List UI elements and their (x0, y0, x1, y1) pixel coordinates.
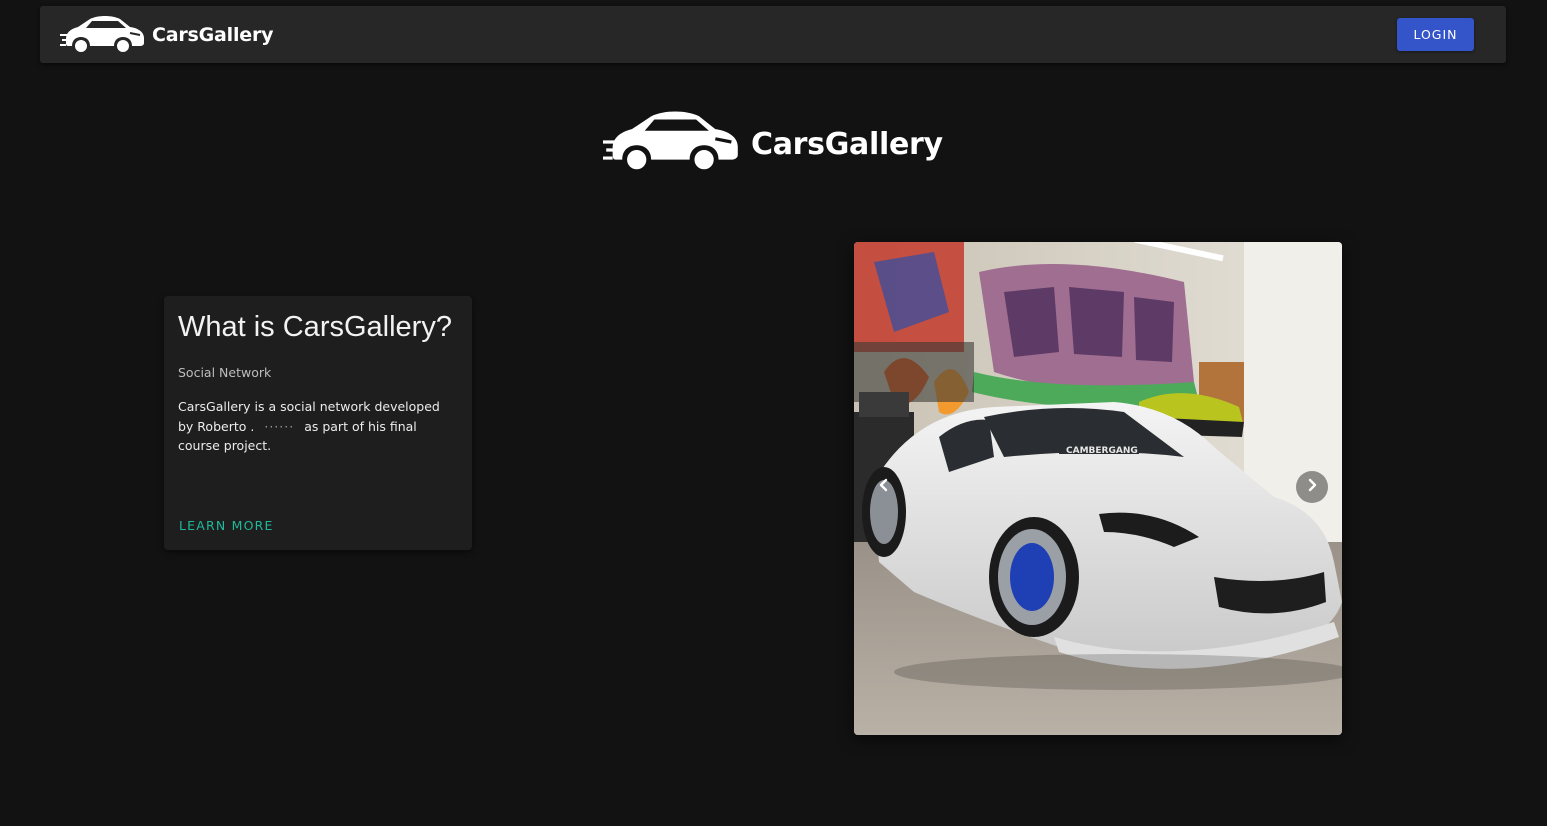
about-card: What is CarsGallery? Social Network Cars… (164, 296, 472, 550)
navbar-brand-name: CarsGallery (152, 24, 274, 46)
windshield-banner-text: CAMBERGANG (1066, 446, 1138, 456)
chevron-left-icon (877, 478, 891, 497)
car-logo-icon (603, 108, 741, 181)
card-title: What is CarsGallery? (178, 311, 452, 343)
carousel-slide-image: CAMBERGANG (854, 242, 1342, 735)
login-button[interactable]: LOGIN (1397, 18, 1474, 51)
carousel-next-button[interactable] (1296, 471, 1328, 503)
chevron-right-icon (1305, 478, 1319, 497)
hero-logo: CarsGallery (603, 108, 943, 180)
car-image-carousel[interactable]: CAMBERGANG (854, 242, 1342, 735)
learn-more-link[interactable]: LEARN MORE (179, 518, 274, 533)
navbar-brand[interactable]: CarsGallery (60, 14, 274, 56)
card-subtitle: Social Network (178, 365, 272, 380)
car-logo-icon (60, 15, 146, 55)
redacted-surname: ······ (264, 418, 295, 434)
top-navbar: CarsGallery LOGIN (40, 6, 1506, 63)
hero-brand-name: CarsGallery (751, 126, 943, 162)
carousel-prev-button[interactable] (868, 471, 900, 503)
card-description: CarsGallery is a social network develope… (178, 397, 458, 456)
